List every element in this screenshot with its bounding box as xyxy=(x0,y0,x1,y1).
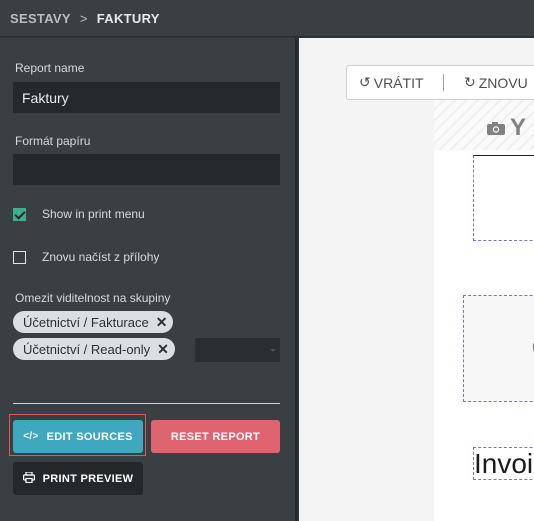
print-preview-label: PRINT PREVIEW xyxy=(42,472,134,485)
paper-format-input[interactable] xyxy=(13,154,280,185)
reset-report-label: RESET REPORT xyxy=(170,430,261,443)
remove-tag-icon[interactable]: ✕ xyxy=(157,341,169,358)
redo-icon: ↻ xyxy=(464,74,476,90)
undo-icon: ↺ xyxy=(359,74,371,90)
address-block[interactable] xyxy=(473,155,534,241)
info-block[interactable]: U xyxy=(463,295,534,402)
reset-report-button[interactable]: RESET REPORT xyxy=(151,420,280,453)
redo-label: ZNOVU xyxy=(478,74,528,91)
group-tag: Účetnictví / Read-only ✕ xyxy=(13,338,175,360)
breadcrumb: SESTAVY > FAKTURY xyxy=(0,0,534,37)
print-preview-button[interactable]: PRINT PREVIEW xyxy=(13,462,143,495)
report-name-input[interactable] xyxy=(13,82,280,113)
paper-format-label: Formát papíru xyxy=(15,134,91,148)
edit-sources-button[interactable]: </> EDIT SOURCES xyxy=(13,420,143,453)
code-icon: </> xyxy=(23,431,39,442)
group-tag-label: Účetnictví / Fakturace xyxy=(23,314,149,330)
show-in-print-menu-label: Show in print menu xyxy=(42,207,145,221)
group-visibility-label: Omezit viditelnost na skupiny xyxy=(15,291,171,305)
remove-tag-icon[interactable]: ✕ xyxy=(156,314,168,331)
undo-button[interactable]: ↺ VRÁTIT xyxy=(359,74,424,91)
toolbar-separator xyxy=(443,74,444,91)
breadcrumb-separator: > xyxy=(79,10,88,26)
reload-from-attachment-label: Znovu načíst z přílohy xyxy=(42,250,160,264)
camera-icon xyxy=(486,121,506,136)
invoice-title[interactable]: Invoice xyxy=(473,447,534,480)
section-divider xyxy=(13,403,280,404)
show-in-print-menu-checkbox[interactable] xyxy=(13,208,26,221)
printer-icon xyxy=(22,470,35,486)
edit-sources-label: EDIT SOURCES xyxy=(46,430,133,443)
redo-button[interactable]: ↻ ZNOVU xyxy=(464,74,528,91)
company-logo-text: Y xyxy=(510,114,527,141)
group-select-dropdown[interactable] xyxy=(195,338,280,362)
breadcrumb-parent-link[interactable]: SESTAVY xyxy=(10,11,71,26)
logo-placeholder[interactable]: Y xyxy=(486,114,526,142)
report-name-label: Report name xyxy=(15,61,85,75)
editor-toolbar: ↺ VRÁTIT ↻ ZNOVU xyxy=(346,65,534,100)
undo-label: VRÁTIT xyxy=(373,74,424,91)
reload-from-attachment-checkbox[interactable] xyxy=(13,251,26,264)
group-tag: Účetnictví / Fakturace ✕ xyxy=(13,311,174,333)
breadcrumb-current: FAKTURY xyxy=(96,10,160,26)
group-tag-label: Účetnictví / Read-only xyxy=(23,341,151,357)
